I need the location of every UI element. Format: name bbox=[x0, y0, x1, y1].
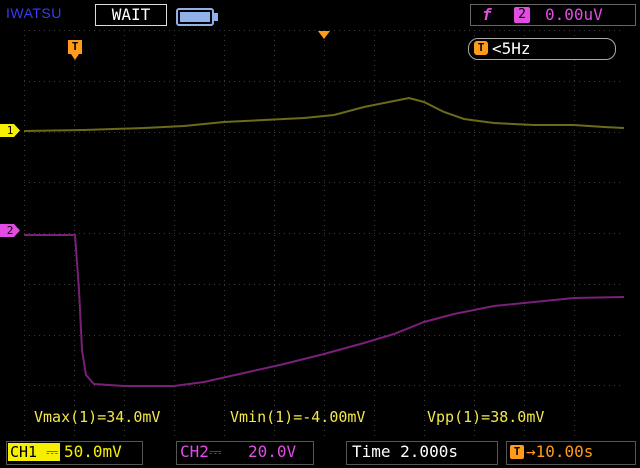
dc-coupling-icon: ⎓ bbox=[208, 442, 222, 461]
trigger-frequency-box bbox=[468, 38, 616, 60]
measurement-vpp: Vpp(1)=38.0mV bbox=[427, 408, 545, 426]
waveform-display[interactable] bbox=[24, 30, 624, 436]
acquisition-state[interactable]: WAIT bbox=[95, 4, 167, 26]
trigger-delay-icon: T bbox=[510, 445, 524, 459]
measurement-vmax: Vmax(1)=34.0mV bbox=[34, 408, 161, 426]
brand-logo: IWATSU bbox=[6, 5, 62, 21]
trigger-position-icon[interactable]: T bbox=[68, 40, 82, 54]
ch1-scale: 50.0mV bbox=[64, 442, 122, 461]
ch1-waveform bbox=[24, 96, 624, 132]
rising-edge-icon: f bbox=[482, 5, 492, 24]
timebase: Time 2.000s bbox=[352, 442, 458, 461]
trigger-source-badge: 2 bbox=[514, 7, 530, 23]
dc-coupling-icon: ⎓ bbox=[37, 443, 59, 461]
ch2-scale: 20.0V bbox=[248, 442, 297, 461]
trigger-icon: T bbox=[474, 41, 488, 55]
trigger-level: 0.00uV bbox=[545, 5, 603, 24]
measurement-vmin: Vmin(1)=-4.00mV bbox=[230, 408, 366, 426]
horizontal-position-marker[interactable] bbox=[318, 31, 330, 39]
trigger-delay: →10.00s bbox=[526, 442, 594, 461]
battery-icon bbox=[176, 8, 218, 26]
ch2-label: CH2⎓ bbox=[180, 442, 222, 461]
ch2-ground-marker[interactable]: 2 bbox=[0, 224, 20, 237]
ch1-ground-marker[interactable]: 1 bbox=[0, 124, 20, 137]
graticule bbox=[24, 30, 624, 436]
trigger-frequency: <5Hz bbox=[492, 39, 531, 58]
ch1-label: CH1 ⎓ bbox=[8, 443, 60, 461]
trigger-position-pointer bbox=[71, 54, 79, 60]
